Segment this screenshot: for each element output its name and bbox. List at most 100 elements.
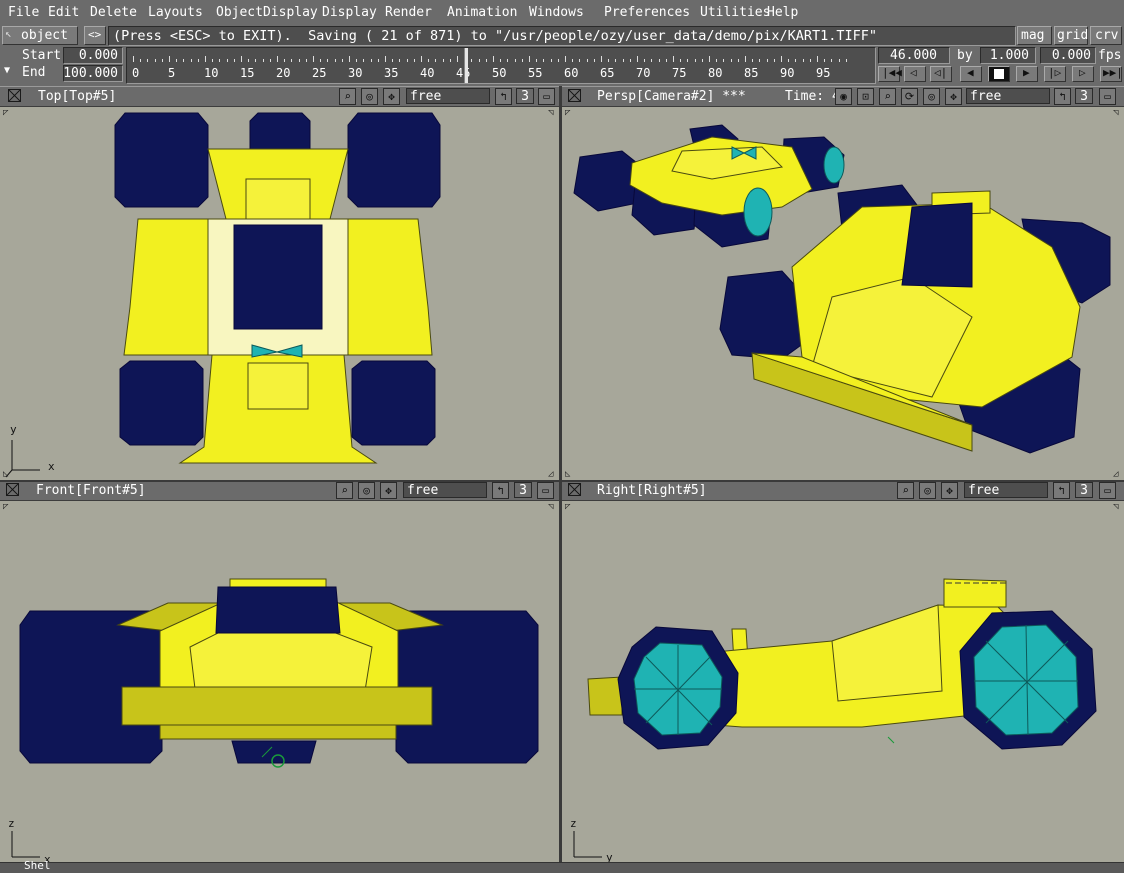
- menu-utilities[interactable]: Utilities: [700, 3, 770, 23]
- by-field[interactable]: 1.000: [980, 47, 1036, 64]
- step-forward-button[interactable]: ▷: [1072, 66, 1094, 82]
- resize-corner-icon[interactable]: ◸: [565, 109, 573, 118]
- resize-corner-icon[interactable]: ◿: [1113, 470, 1121, 479]
- persp-viewport-titlebar: Persp[Camera#2] *** Time: 4 ◉ ⊡ ⌕ ⟳ ◎ ✥ …: [562, 87, 1124, 107]
- timeline-minor-tick: [658, 59, 660, 62]
- front-view-mode-field[interactable]: free: [403, 482, 487, 498]
- pan-arrows-icon[interactable]: ✥: [945, 88, 962, 105]
- menu-animation[interactable]: Animation: [447, 3, 517, 23]
- fps-field[interactable]: 0.000: [1040, 47, 1096, 64]
- close-icon[interactable]: [568, 483, 581, 496]
- persp-view-level[interactable]: 3: [1075, 88, 1093, 104]
- persp-viewport[interactable]: ◸ ◹ ◺ ◿: [562, 107, 1124, 480]
- prev-key-button[interactable]: ◁|: [930, 66, 952, 82]
- menu-objectdisplay[interactable]: ObjectDisplay: [216, 3, 318, 23]
- timeline-current-marker[interactable]: [464, 48, 469, 83]
- front-viewport[interactable]: z x ◸ ◹: [0, 501, 559, 862]
- top-viewport[interactable]: y x ◸ ◹ ◺ ◿: [0, 107, 559, 480]
- stop-button[interactable]: [988, 66, 1010, 82]
- timeline-tick: [817, 56, 818, 62]
- timeline-slider[interactable]: 05101520253035404550556065707580859095: [126, 47, 876, 84]
- resize-corner-icon[interactable]: ◸: [3, 503, 11, 512]
- menu-delete[interactable]: Delete: [90, 3, 137, 23]
- go-to-end-button[interactable]: ▶▶|: [1100, 66, 1123, 82]
- menu-file[interactable]: File: [8, 3, 39, 23]
- pan-arrows-icon[interactable]: ✥: [383, 88, 400, 105]
- start-field[interactable]: 0.000: [63, 47, 123, 64]
- corner-arrow-icon[interactable]: ↰: [495, 88, 512, 105]
- resize-corner-icon[interactable]: ◺: [3, 470, 11, 479]
- resize-corner-icon[interactable]: ◹: [548, 503, 556, 512]
- pan-arrows-icon[interactable]: ✥: [380, 482, 397, 499]
- menu-help[interactable]: Help: [767, 3, 798, 23]
- prompt-line[interactable]: (Press <ESC> to EXIT). Saving ( 21 of 87…: [108, 26, 1016, 46]
- close-icon[interactable]: [8, 89, 21, 102]
- mag-button[interactable]: mag: [1017, 26, 1052, 45]
- maximize-icon[interactable]: ▭: [1099, 482, 1116, 499]
- camera-icon[interactable]: ◉: [835, 88, 852, 105]
- pan-arrows-icon[interactable]: ✥: [941, 482, 958, 499]
- resize-corner-icon[interactable]: ◹: [1113, 503, 1121, 512]
- go-to-start-button[interactable]: |◀◀: [878, 66, 902, 82]
- next-key-button[interactable]: |▷: [1044, 66, 1066, 82]
- dolly-icon[interactable]: ◎: [361, 88, 378, 105]
- dolly-icon[interactable]: ◎: [919, 482, 936, 499]
- step-back-key-button[interactable]: ◁: [904, 66, 926, 82]
- resize-corner-icon[interactable]: ◹: [548, 109, 556, 118]
- resize-corner-icon[interactable]: ◹: [1113, 109, 1121, 118]
- timeline-minor-tick: [183, 59, 185, 62]
- persp-view-mode-field[interactable]: free: [966, 88, 1050, 104]
- corner-arrow-icon[interactable]: ↰: [492, 482, 509, 499]
- mode-selector[interactable]: ↖ object: [2, 26, 78, 45]
- close-icon[interactable]: [6, 483, 19, 496]
- menu-display[interactable]: Display: [322, 3, 377, 23]
- viewport-divider-vertical[interactable]: [559, 86, 562, 862]
- timeline-minor-tick: [687, 59, 689, 62]
- lookat-icon[interactable]: ⊡: [857, 88, 874, 105]
- dolly-icon[interactable]: ◎: [358, 482, 375, 499]
- dolly-icon[interactable]: ◎: [923, 88, 940, 105]
- magnifier-icon[interactable]: ⌕: [897, 482, 914, 499]
- magnifier-icon[interactable]: ⌕: [879, 88, 896, 105]
- current-frame-field[interactable]: 46.000: [878, 47, 950, 64]
- right-view-mode-field[interactable]: free: [964, 482, 1048, 498]
- right-viewport[interactable]: z y ◸ ◹: [562, 501, 1124, 862]
- resize-corner-icon[interactable]: ◸: [565, 503, 573, 512]
- play-reverse-button[interactable]: ◀: [960, 66, 982, 82]
- corner-arrow-icon[interactable]: ↰: [1053, 482, 1070, 499]
- menu-windows[interactable]: Windows: [529, 3, 584, 23]
- resize-corner-icon[interactable]: ◸: [3, 109, 11, 118]
- timeline-minor-tick: [629, 59, 631, 62]
- maximize-icon[interactable]: ▭: [1099, 88, 1116, 105]
- right-view-level[interactable]: 3: [1075, 482, 1093, 498]
- front-view-level[interactable]: 3: [514, 482, 532, 498]
- play-button[interactable]: ▶: [1016, 66, 1038, 82]
- maximize-icon[interactable]: ▭: [538, 88, 555, 105]
- crv-button[interactable]: crv: [1090, 26, 1122, 45]
- end-field[interactable]: 100.000: [63, 65, 123, 82]
- timeline-tick-label: 95: [816, 66, 831, 80]
- top-view-mode-field[interactable]: free: [406, 88, 490, 104]
- menu-render[interactable]: Render: [385, 3, 432, 23]
- crv-label: crv: [1095, 28, 1119, 43]
- menu-edit[interactable]: Edit: [48, 3, 79, 23]
- menu-layouts[interactable]: Layouts: [148, 3, 203, 23]
- magnifier-icon[interactable]: ⌕: [339, 88, 356, 105]
- axis-y-label: y: [606, 851, 613, 862]
- viewport-divider-horizontal[interactable]: [0, 480, 1124, 482]
- grid-button[interactable]: grid: [1054, 26, 1088, 45]
- chevron-down-icon: ▼: [4, 65, 11, 76]
- timeline-tick: [421, 56, 422, 62]
- magnifier-icon[interactable]: ⌕: [336, 482, 353, 499]
- top-view-level[interactable]: 3: [516, 88, 534, 104]
- corner-arrow-icon[interactable]: ↰: [1054, 88, 1071, 105]
- close-icon[interactable]: [568, 89, 581, 102]
- tumble-icon[interactable]: ⟳: [901, 88, 918, 105]
- swap-button[interactable]: <>: [84, 26, 106, 45]
- resize-corner-icon[interactable]: ◿: [548, 470, 556, 479]
- maximize-icon[interactable]: ▭: [537, 482, 554, 499]
- timeline-tick-label: 30: [348, 66, 363, 80]
- resize-corner-icon[interactable]: ◺: [565, 470, 573, 479]
- menu-preferences[interactable]: Preferences: [604, 3, 690, 23]
- kart-persp-view: [573, 124, 1111, 454]
